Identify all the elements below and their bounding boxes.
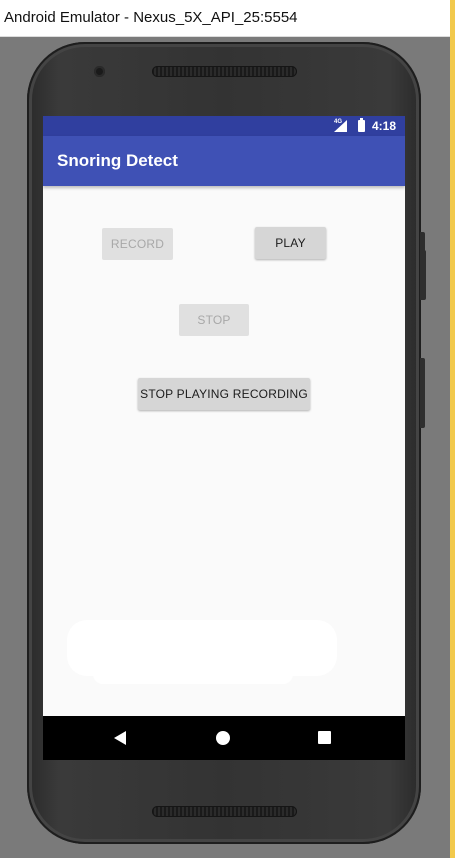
back-icon[interactable] [114, 731, 126, 745]
app-title: Snoring Detect [57, 151, 178, 170]
app-bar: Snoring Detect [43, 136, 405, 186]
status-bar: 4G 4:18 [43, 116, 405, 136]
bottom-speaker-grille [152, 806, 297, 817]
play-button[interactable]: PLAY [255, 227, 326, 259]
stop-playing-recording-button[interactable]: STOP PLAYING RECORDING [138, 378, 310, 410]
side-button[interactable] [420, 358, 425, 428]
stop-button[interactable]: STOP [179, 304, 249, 336]
status-time: 4:18 [372, 119, 397, 133]
top-speaker-grille [152, 66, 297, 77]
network-type: 4G [334, 119, 343, 125]
window-edge [450, 0, 455, 858]
front-camera [94, 66, 105, 77]
emulator-title-bar: Android Emulator - Nexus_5X_API_25:5554 [0, 0, 455, 37]
home-icon[interactable] [216, 731, 230, 745]
record-button[interactable]: RECORD [102, 228, 173, 260]
navigation-bar [43, 716, 405, 760]
recents-icon[interactable] [318, 731, 331, 744]
device-screen: 4G 4:18 Snoring Detect RECORD PLAY STOP … [43, 116, 405, 760]
redacted-area [93, 656, 293, 684]
battery-icon [358, 118, 365, 132]
window-title: Android Emulator - Nexus_5X_API_25:5554 [4, 9, 298, 26]
volume-button[interactable] [420, 250, 426, 300]
